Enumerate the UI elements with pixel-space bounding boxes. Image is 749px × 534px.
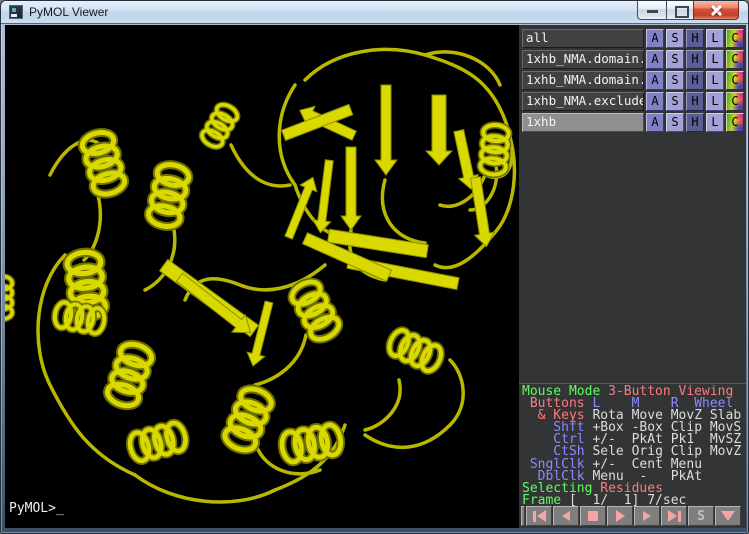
object-button-a[interactable]: A	[646, 92, 664, 111]
object-row: 1xhb_NMA.domain.ASHLC	[522, 50, 744, 69]
menu-icon	[721, 511, 735, 521]
object-name[interactable]: 1xhb	[522, 113, 644, 132]
app-icon	[9, 5, 23, 19]
object-button-s[interactable]: S	[666, 50, 684, 69]
object-button-c[interactable]: C	[726, 92, 744, 111]
maximize-button[interactable]	[666, 1, 694, 20]
playback-stop-button[interactable]	[580, 506, 606, 526]
s-label: S	[697, 509, 705, 524]
object-button-c[interactable]: C	[726, 71, 744, 90]
object-button-h[interactable]: H	[686, 71, 704, 90]
object-row: 1xhbASHLC	[522, 113, 744, 132]
object-button-h[interactable]: H	[686, 50, 704, 69]
playback-sliver	[521, 506, 525, 526]
skip-start-icon	[533, 511, 536, 522]
object-name[interactable]: 1xhb_NMA.domain.	[522, 50, 644, 69]
object-button-s[interactable]: S	[666, 113, 684, 132]
play-icon	[616, 510, 625, 522]
skip-start-icon	[537, 510, 546, 522]
object-button-a[interactable]: A	[646, 113, 664, 132]
object-name[interactable]: 1xhb_NMA.domain.	[522, 71, 644, 90]
object-row: allASHLC	[522, 29, 744, 48]
object-button-s[interactable]: S	[666, 71, 684, 90]
object-rows: allASHLC1xhb_NMA.domain.ASHLC1xhb_NMA.do…	[522, 29, 744, 134]
skip-end-icon	[678, 511, 681, 522]
object-button-h[interactable]: H	[686, 29, 704, 48]
object-button-s[interactable]: S	[666, 92, 684, 111]
object-button-a[interactable]: A	[646, 29, 664, 48]
pymol-window: PyMOL Viewer	[0, 0, 749, 534]
playback-step-back-button[interactable]	[553, 506, 579, 526]
object-name[interactable]: all	[522, 29, 644, 48]
close-button[interactable]	[693, 1, 739, 20]
object-button-h[interactable]: H	[686, 92, 704, 111]
playback-skip-start-button[interactable]	[526, 506, 552, 526]
step-back-icon	[562, 511, 570, 521]
playback-bar: S	[521, 506, 741, 526]
object-button-h[interactable]: H	[686, 113, 704, 132]
stop-icon	[588, 511, 598, 521]
control-panel: allASHLC1xhb_NMA.domain.ASHLC1xhb_NMA.do…	[519, 25, 746, 528]
viewport-3d[interactable]: PyMOL>_	[5, 25, 519, 528]
object-button-l[interactable]: L	[706, 50, 724, 69]
playback-skip-end-button[interactable]	[661, 506, 687, 526]
step-forward-icon	[643, 511, 651, 521]
window-title: PyMOL Viewer	[29, 1, 108, 23]
object-button-c[interactable]: C	[726, 50, 744, 69]
mouse-panel-lines: Mouse Mode 3-Button Viewing Buttons L M …	[519, 383, 746, 507]
playback-play-button[interactable]	[607, 506, 633, 526]
playback-menu-button[interactable]	[715, 506, 741, 526]
object-button-l[interactable]: L	[706, 71, 724, 90]
object-row: 1xhb_NMA.domain.ASHLC	[522, 71, 744, 90]
object-button-l[interactable]: L	[706, 113, 724, 132]
object-button-c[interactable]: C	[726, 113, 744, 132]
playback-step-forward-button[interactable]	[634, 506, 660, 526]
object-button-a[interactable]: A	[646, 71, 664, 90]
object-name[interactable]: 1xhb_NMA.exclude	[522, 92, 644, 111]
object-button-l[interactable]: L	[706, 92, 724, 111]
skip-end-icon	[668, 510, 677, 522]
window-controls	[638, 1, 739, 20]
object-button-a[interactable]: A	[646, 50, 664, 69]
protein-cartoon	[5, 25, 519, 528]
object-button-l[interactable]: L	[706, 29, 724, 48]
minimize-button[interactable]	[637, 1, 667, 20]
object-button-s[interactable]: S	[666, 29, 684, 48]
command-prompt[interactable]: PyMOL>_	[9, 501, 64, 516]
object-row: 1xhb_NMA.excludeASHLC	[522, 92, 744, 111]
playback-s-button-button[interactable]: S	[688, 506, 714, 526]
title-bar[interactable]: PyMOL Viewer	[1, 1, 748, 24]
object-button-c[interactable]: C	[726, 29, 744, 48]
